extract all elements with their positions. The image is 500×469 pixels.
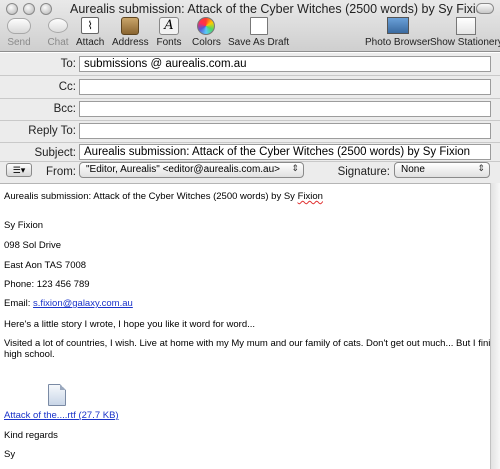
paperclip-icon: ⌇ (81, 17, 100, 34)
send-label: Send (7, 37, 31, 48)
from-popup[interactable]: "Editor, Aurealis" <editor@aurealis.com.… (79, 162, 304, 178)
color-wheel-icon (197, 16, 216, 35)
from-label: From: (45, 166, 76, 178)
show-stationery-button[interactable]: Show Stationery (430, 16, 500, 50)
signoff-line: Sy (4, 449, 16, 460)
divider (0, 120, 500, 121)
reply-to-field[interactable] (79, 123, 491, 139)
email-label: Email: (4, 298, 34, 309)
toolbar-toggle-button[interactable] (476, 3, 494, 14)
intro-line: Here's a little story I wrote, I hope yo… (4, 319, 256, 330)
bio-line-2: high school. (4, 349, 55, 360)
address-book-icon (121, 16, 140, 35)
bcc-label: Bcc: (53, 103, 76, 115)
fonts-button[interactable]: A Fonts (156, 16, 182, 50)
send-icon (7, 17, 31, 34)
photo-browser-button[interactable]: Photo Browser (365, 16, 431, 50)
chat-label: Chat (47, 37, 69, 48)
photo-icon (386, 17, 409, 34)
close-window-button[interactable] (6, 3, 18, 15)
email-line: Email: s.fixion@galaxy.com.au (4, 298, 133, 309)
email-link[interactable]: s.fixion@galaxy.com.au (33, 298, 133, 309)
photo-browser-label: Photo Browser (365, 37, 431, 48)
sender-name: Sy Fixion (4, 220, 44, 231)
signature-popup[interactable]: None ⇕ (394, 162, 490, 178)
cc-label: Cc: (58, 81, 76, 93)
address-line-2: East Aon TAS 7008 (4, 260, 87, 271)
reply-to-label: Reply To: (28, 125, 76, 137)
window-toolbar: Aurealis submission: Attack of the Cyber… (0, 0, 500, 52)
body-subject-text: Aurealis submission: Attack of the Cyber… (4, 191, 298, 202)
misspelled-word: Fixion (297, 191, 323, 202)
subject-label: Subject: (34, 147, 76, 159)
popup-arrows-icon: ⇕ (291, 163, 299, 173)
divider (0, 142, 500, 143)
bio-line-1: Visited a lot of countries, I wish. Live… (4, 338, 500, 349)
zoom-window-button[interactable] (40, 3, 52, 15)
window-controls (6, 3, 52, 15)
to-label: To: (60, 58, 76, 70)
fonts-icon: A (159, 16, 179, 35)
colors-label: Colors (192, 37, 221, 48)
chat-button[interactable]: Chat (45, 16, 71, 50)
stationery-icon (456, 16, 477, 35)
closing-line: Kind regards (4, 430, 58, 441)
rtf-document-icon[interactable] (48, 384, 66, 406)
minimize-window-button[interactable] (23, 3, 35, 15)
popup-arrows-icon: ⇕ (477, 163, 485, 173)
from-value: "Editor, Aurealis" <editor@aurealis.com.… (86, 164, 281, 175)
save-draft-label: Save As Draft (228, 37, 290, 48)
show-stationery-label: Show Stationery (430, 37, 500, 48)
attachment-link[interactable]: Attack of the....rtf (27.7 KB) (4, 410, 119, 421)
subject-field[interactable]: Aurealis submission: Attack of the Cyber… (79, 144, 491, 160)
signature-label: Signature: (337, 166, 390, 178)
attach-label: Attach (76, 37, 105, 48)
address-button[interactable]: Address (112, 16, 149, 50)
bcc-field[interactable] (79, 101, 491, 117)
chat-icon (48, 18, 68, 33)
to-field[interactable]: submissions @ aurealis.com.au (79, 56, 491, 72)
send-button[interactable]: Send (6, 16, 32, 50)
address-label: Address (112, 37, 149, 48)
body-scrollbar[interactable] (490, 183, 500, 469)
divider (0, 75, 500, 76)
attach-button[interactable]: ⌇ Attach (76, 16, 104, 50)
signature-value: None (401, 164, 425, 175)
address-line-1: 098 Sol Drive (4, 240, 62, 251)
body-subject-line: Aurealis submission: Attack of the Cyber… (4, 191, 323, 202)
phone-line: Phone: 123 456 789 (4, 279, 90, 290)
divider (0, 98, 500, 99)
draft-document-icon (249, 16, 268, 35)
colors-button[interactable]: Colors (192, 16, 221, 50)
save-draft-button[interactable]: Save As Draft (228, 16, 289, 50)
cc-field[interactable] (79, 79, 491, 95)
message-body[interactable]: Aurealis submission: Attack of the Cyber… (0, 183, 500, 469)
window-title: Aurealis submission: Attack of the Cyber… (70, 2, 490, 16)
fonts-label: Fonts (156, 37, 182, 48)
